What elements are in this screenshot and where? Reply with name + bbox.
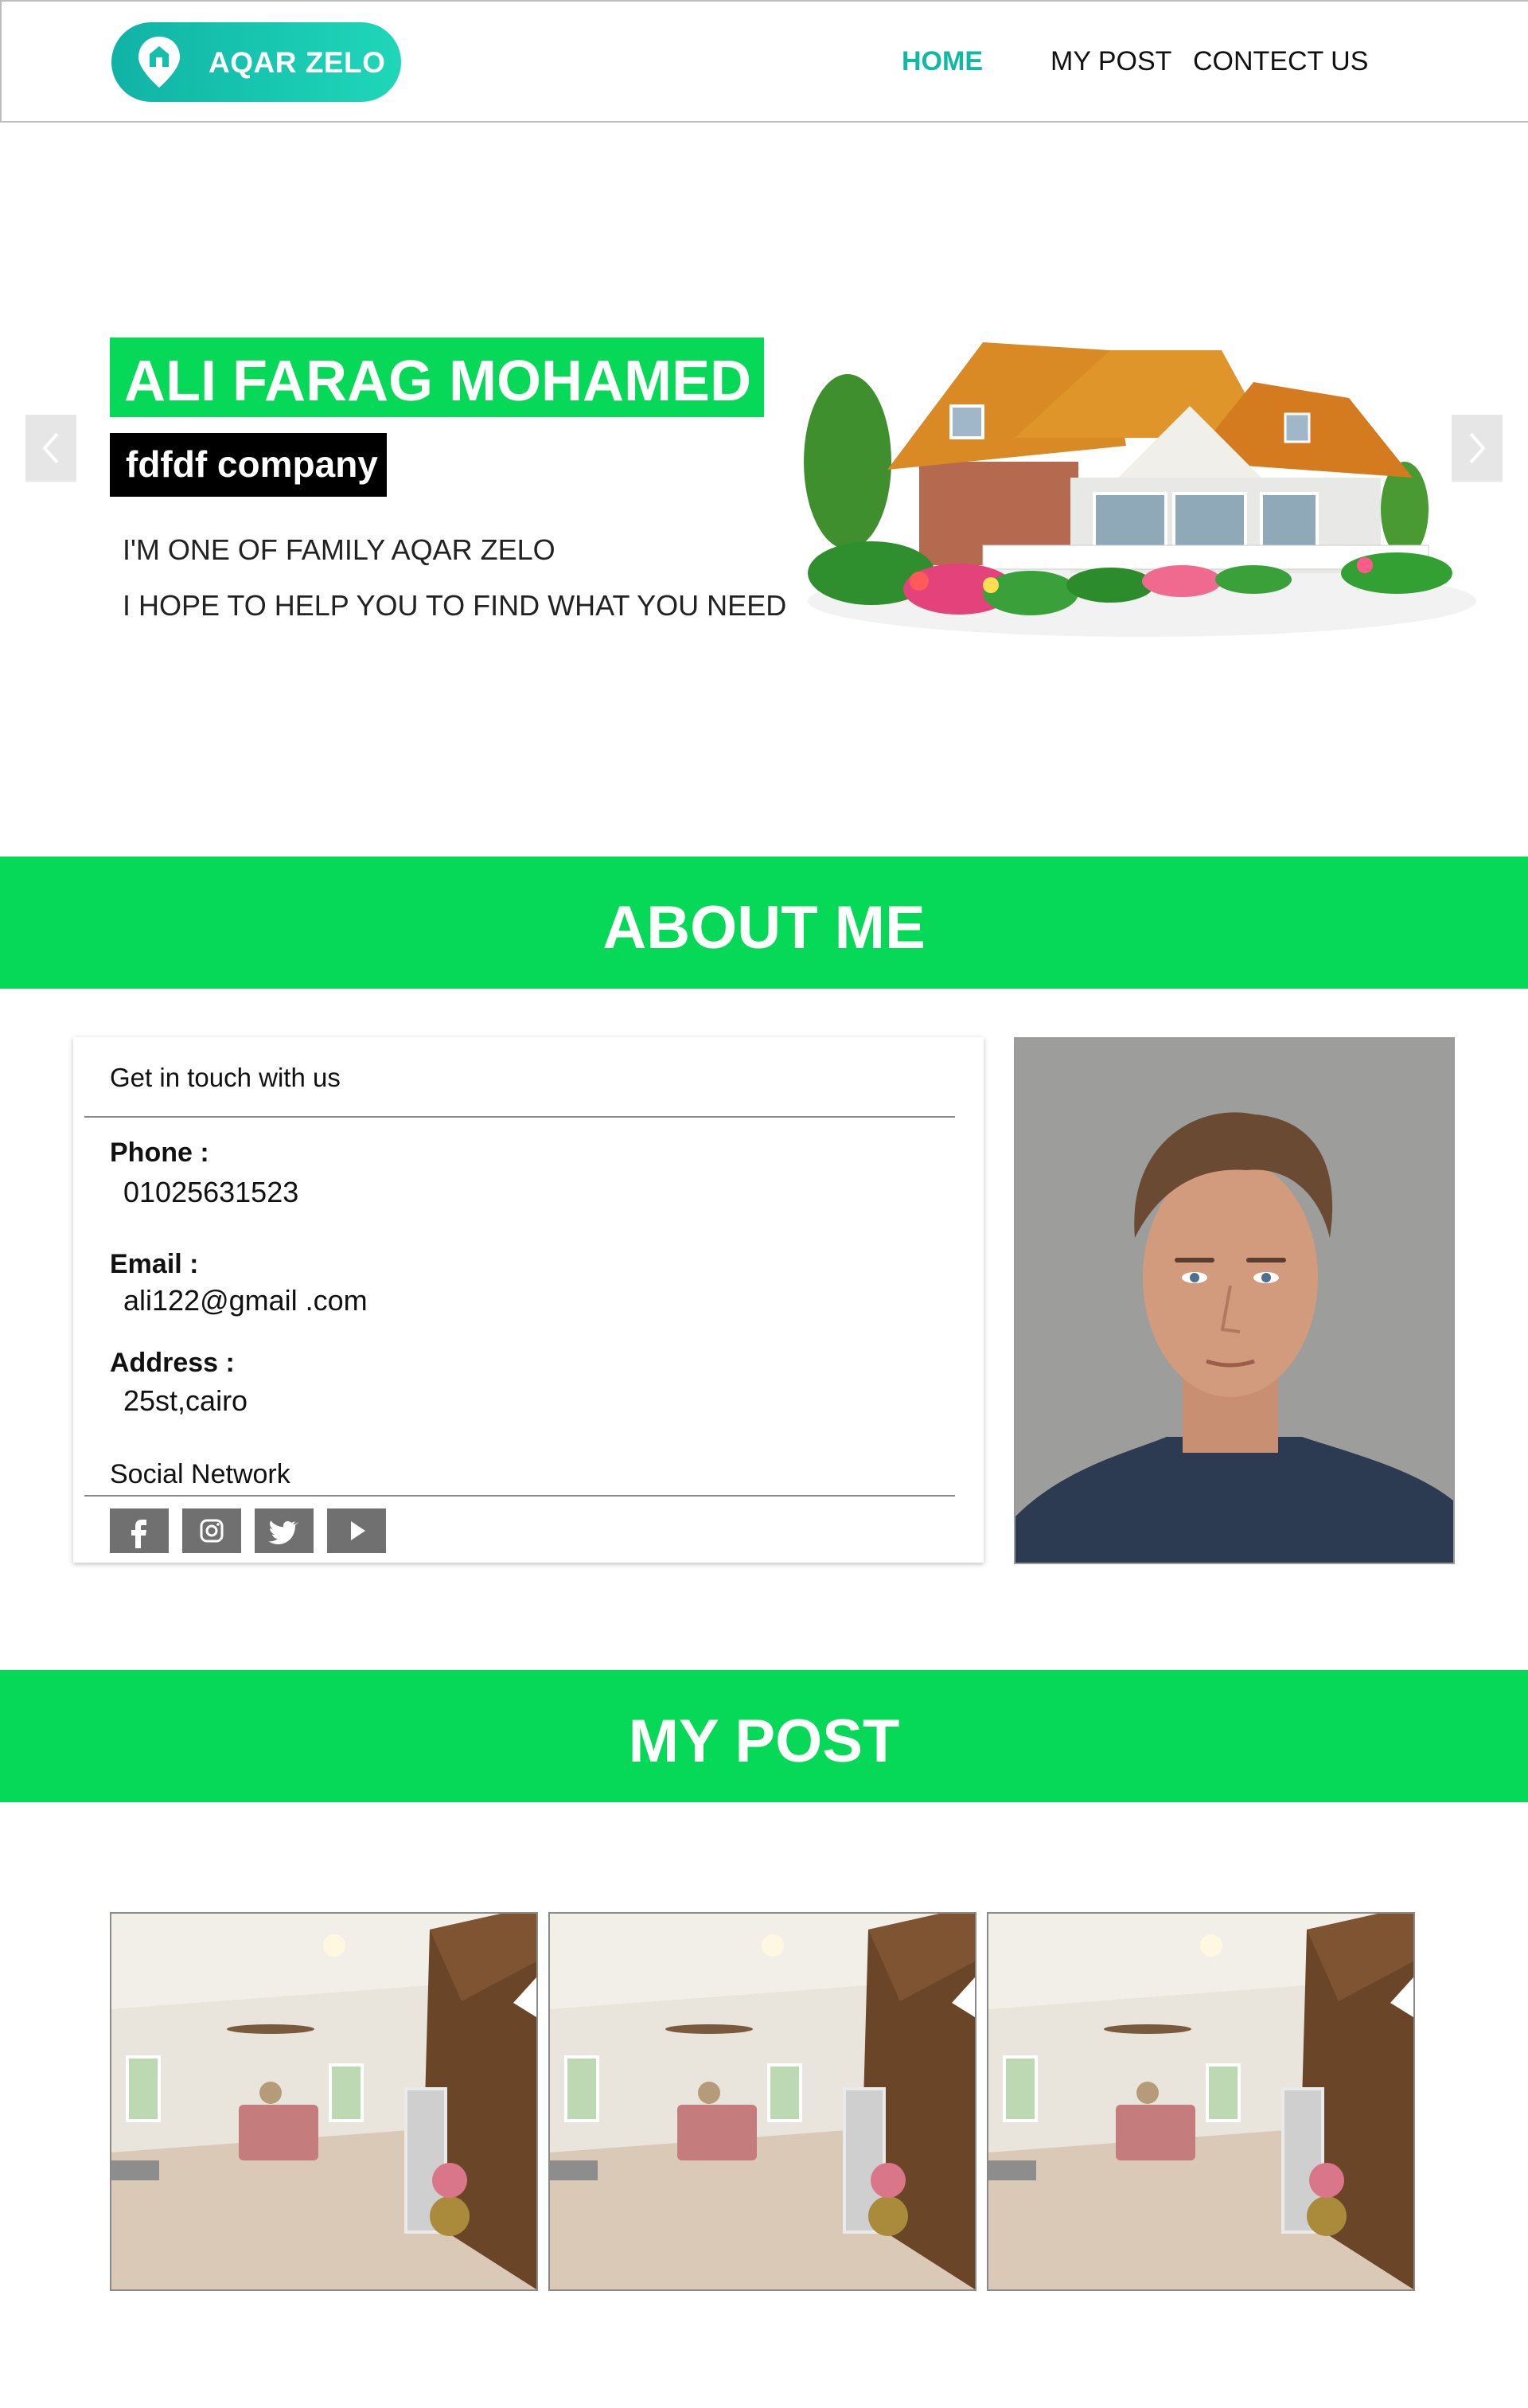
my-post-section-header: MY POST	[0, 1670, 1528, 1802]
brand-name: AQAR ZELO	[209, 46, 386, 79]
facebook-button[interactable]	[110, 1508, 169, 1553]
youtube-icon	[351, 1521, 365, 1540]
nav-my-post[interactable]: MY POST	[1050, 46, 1171, 77]
agent-name: ALI FARAG MOHAMED	[124, 349, 751, 413]
twitter-button[interactable]	[255, 1508, 314, 1553]
contact-card: Get in touch with us Phone : 01025631523…	[73, 1037, 984, 1563]
post-card[interactable]	[110, 1912, 538, 2291]
my-post-heading: MY POST	[628, 1707, 900, 1775]
post-card[interactable]	[548, 1912, 976, 2291]
divider	[84, 1495, 955, 1497]
divider	[84, 1116, 955, 1118]
company-name: fdfdf company	[126, 443, 378, 485]
portrait-image	[1015, 1039, 1453, 1563]
bedroom-photo	[988, 1914, 1413, 2289]
facebook-icon	[131, 1520, 146, 1548]
map-pin-icon	[138, 37, 180, 88]
phone-value[interactable]: 01025631523	[123, 1176, 298, 1209]
address-value: 25st,cairo	[123, 1384, 248, 1417]
nav-home[interactable]: HOME	[902, 46, 983, 77]
contact-card-title: Get in touch with us	[110, 1063, 341, 1092]
instagram-button[interactable]	[182, 1508, 241, 1553]
about-me-heading: ABOUT ME	[602, 894, 926, 962]
twitter-icon	[268, 1520, 299, 1544]
brand-logo[interactable]: AQAR ZELO	[111, 22, 401, 102]
phone-label: Phone :	[110, 1138, 209, 1168]
nav-contact-us[interactable]: CONTECT US	[1193, 46, 1368, 77]
chevron-left-icon	[42, 432, 59, 464]
hero-tagline-1: I'M ONE OF FAMILY AQAR ZELO	[123, 533, 555, 566]
agent-photo	[1014, 1037, 1455, 1564]
email-label: Email :	[110, 1249, 199, 1279]
company-banner: fdfdf company	[110, 433, 387, 497]
email-value[interactable]: ali122@gmail .com	[123, 1284, 368, 1317]
instagram-icon	[200, 1519, 224, 1543]
house-image	[804, 342, 1476, 637]
site-header: AQAR ZELO HOME MY POST CONTECT US	[0, 0, 1528, 123]
slider-prev-button[interactable]	[25, 415, 76, 482]
agent-name-banner: ALI FARAG MOHAMED	[110, 338, 764, 417]
about-me-section-header: ABOUT ME	[0, 857, 1528, 989]
hero-tagline-2: I HOPE TO HELP YOU TO FIND WHAT YOU NEED	[123, 589, 787, 622]
post-card[interactable]	[987, 1912, 1415, 2291]
social-network-label: Social Network	[110, 1459, 290, 1489]
bedroom-photo	[111, 1914, 536, 2289]
bedroom-photo	[550, 1914, 975, 2289]
address-label: Address :	[110, 1348, 235, 1378]
youtube-button[interactable]	[327, 1508, 386, 1553]
